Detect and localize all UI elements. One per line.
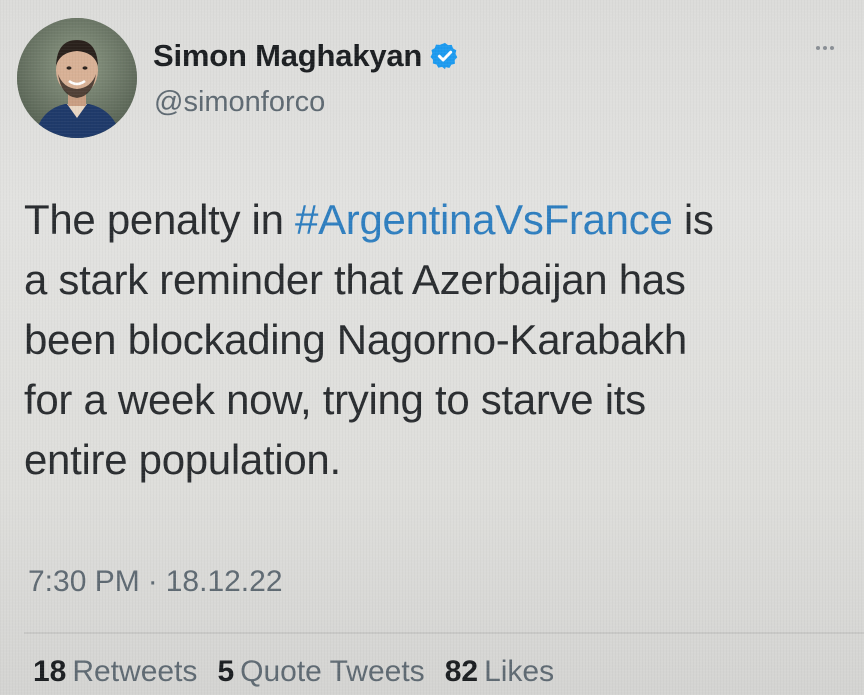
likes-count: 82: [444, 655, 479, 688]
timestamp-separator: ·: [147, 565, 158, 598]
retweets-stat[interactable]: 18 Retweets: [33, 655, 197, 689]
tweet-screen: Simon Maghakyan @simonforco The penalty …: [0, 0, 864, 695]
author-handle[interactable]: @simonforco: [154, 86, 325, 119]
more-dot: [830, 46, 834, 50]
tweet-line: The penalty in #ArgentinaVsFrance is: [24, 190, 844, 250]
quote-tweets-label: Quote Tweets: [240, 655, 425, 688]
author-name-row[interactable]: Simon Maghakyan: [153, 38, 460, 74]
divider: [24, 632, 864, 634]
tweet-time: 7:30 PM: [28, 565, 140, 598]
more-horizontal-icon[interactable]: [816, 46, 834, 50]
more-dot: [823, 46, 827, 50]
quote-tweets-count: 5: [217, 655, 235, 688]
tweet-line: been blockading Nagorno-Karabakh: [24, 316, 687, 363]
hashtag-link[interactable]: #ArgentinaVsFrance: [295, 196, 673, 243]
tweet-line: entire population.: [24, 436, 341, 483]
retweets-count: 18: [33, 655, 67, 688]
retweets-label: Retweets: [72, 655, 198, 688]
tweet-text: The penalty in #ArgentinaVsFrance is a s…: [24, 190, 844, 490]
more-dot: [816, 46, 820, 50]
likes-label: Likes: [484, 655, 555, 688]
engagement-stats: 18 Retweets 5 Quote Tweets 82 Likes: [33, 655, 554, 689]
tweet-text-segment: is: [672, 196, 714, 243]
verified-badge-icon: [430, 41, 460, 71]
tweet-timestamp[interactable]: 7:30 PM · 18.12.22: [28, 565, 283, 599]
tweet-line: for a week now, trying to starve its: [24, 376, 646, 423]
tweet-line: a stark reminder that Azerbaijan has: [24, 256, 686, 303]
author-avatar[interactable]: [17, 18, 137, 138]
tweet-text-segment: The penalty in: [24, 196, 296, 243]
quote-tweets-stat[interactable]: 5 Quote Tweets: [217, 655, 424, 689]
tweet-date: 18.12.22: [165, 565, 283, 598]
likes-stat[interactable]: 82 Likes: [445, 655, 554, 689]
author-display-name[interactable]: Simon Maghakyan: [153, 38, 422, 74]
